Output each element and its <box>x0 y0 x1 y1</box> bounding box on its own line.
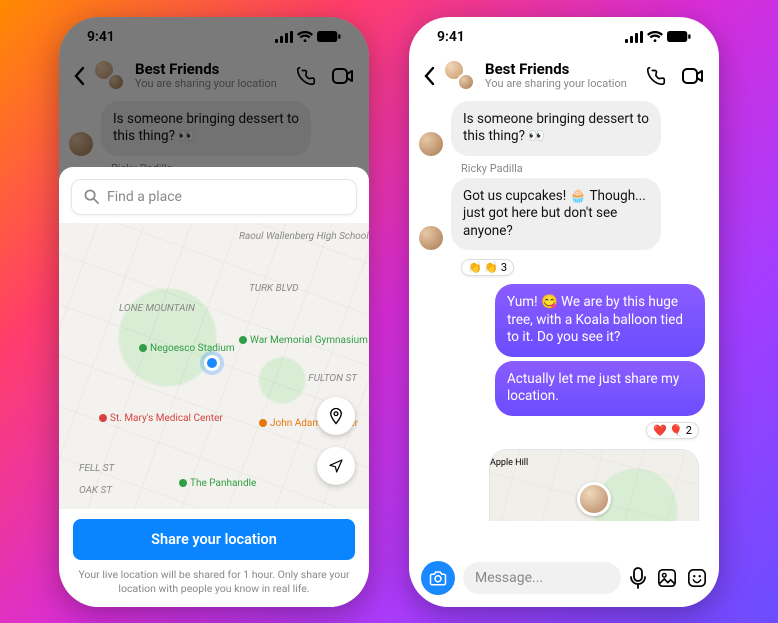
share-location-sheet: Find a place Raoul Wallenberg High Schoo… <box>59 167 369 607</box>
received-message[interactable]: Is someone bringing dessert to this thin… <box>451 101 661 156</box>
live-location-card[interactable]: Apple Hill Live location Lydie Rosales i… <box>489 449 699 521</box>
message-reactions[interactable]: 👏 👏 3 <box>461 259 514 276</box>
image-icon <box>657 568 677 588</box>
search-input[interactable]: Find a place <box>71 179 357 215</box>
message-reactions[interactable]: ❤️ 🎈 2 <box>646 422 699 439</box>
chat-title[interactable]: Best Friends <box>485 61 635 78</box>
wifi-icon <box>647 31 663 43</box>
group-avatar[interactable] <box>445 61 475 91</box>
call-button[interactable] <box>645 65 667 87</box>
sender-name: Ricky Padilla <box>461 162 709 175</box>
map-label-fell: FELL ST <box>79 463 114 474</box>
share-location-button[interactable]: Share your location <box>73 519 355 560</box>
signal-icon <box>625 31 643 43</box>
poi-panhandle[interactable]: The Panhandle <box>179 478 256 489</box>
map-pin-button[interactable] <box>317 397 355 435</box>
poi-hospital[interactable]: St. Mary's Medical Center <box>99 413 223 424</box>
search-placeholder: Find a place <box>107 189 182 205</box>
sent-message[interactable]: Yum! 😋 We are by this huge tree, with a … <box>495 284 705 357</box>
voice-button[interactable] <box>629 567 647 589</box>
phone-share-location: 9:41 Best Friends You are sharing your l… <box>59 17 369 607</box>
received-message[interactable]: Got us cupcakes! 🧁 Though... just got he… <box>451 178 661 251</box>
status-time: 9:41 <box>437 29 465 45</box>
share-location-disclaimer: Your live location will be shared for 1 … <box>73 568 355 596</box>
camera-button[interactable] <box>421 561 455 595</box>
search-icon <box>84 189 99 204</box>
status-indicators <box>625 31 691 43</box>
map-label-oak: OAK ST <box>79 485 112 496</box>
battery-icon <box>667 31 691 42</box>
message-list[interactable]: Is someone bringing dessert to this thin… <box>409 101 719 521</box>
map[interactable]: Raoul Wallenberg High School LONE MOUNTA… <box>59 223 369 510</box>
navigation-arrow-icon <box>328 458 344 474</box>
sender-avatar[interactable] <box>419 132 443 156</box>
recenter-button[interactable] <box>317 447 355 485</box>
video-call-button[interactable] <box>681 65 705 87</box>
mic-icon <box>629 567 647 589</box>
sent-message[interactable]: Actually let me just share my location. <box>495 361 705 416</box>
status-bar: 9:41 <box>409 17 719 57</box>
sender-avatar[interactable] <box>419 226 443 250</box>
map-pin-icon <box>327 407 345 425</box>
camera-icon <box>429 570 447 586</box>
live-location-map: Apple Hill <box>490 450 698 521</box>
map-label-lone-mountain: LONE MOUNTAIN <box>119 303 195 314</box>
sticker-icon <box>687 568 707 588</box>
gallery-button[interactable] <box>657 568 677 588</box>
current-location-dot <box>204 355 220 371</box>
shared-user-avatar <box>577 482 611 516</box>
chat-header: Best Friends You are sharing your locati… <box>409 57 719 101</box>
map-label-turk: TURK BLVD <box>249 283 299 294</box>
poi-stadium[interactable]: Negoesco Stadium <box>139 343 235 354</box>
map-label-park: Apple Hill <box>490 458 528 468</box>
chat-subtitle: You are sharing your location <box>485 78 635 91</box>
composer: Message... <box>409 553 719 607</box>
map-label-fulton: FULTON ST <box>308 373 357 384</box>
poi-gym[interactable]: War Memorial Gymnasium <box>239 335 368 346</box>
back-button[interactable] <box>423 66 435 86</box>
message-input[interactable]: Message... <box>463 562 621 594</box>
sticker-button[interactable] <box>687 568 707 588</box>
map-label-school: Raoul Wallenberg High School <box>239 231 369 242</box>
phone-chat: 9:41 Best Friends You are sharing your l… <box>409 17 719 607</box>
